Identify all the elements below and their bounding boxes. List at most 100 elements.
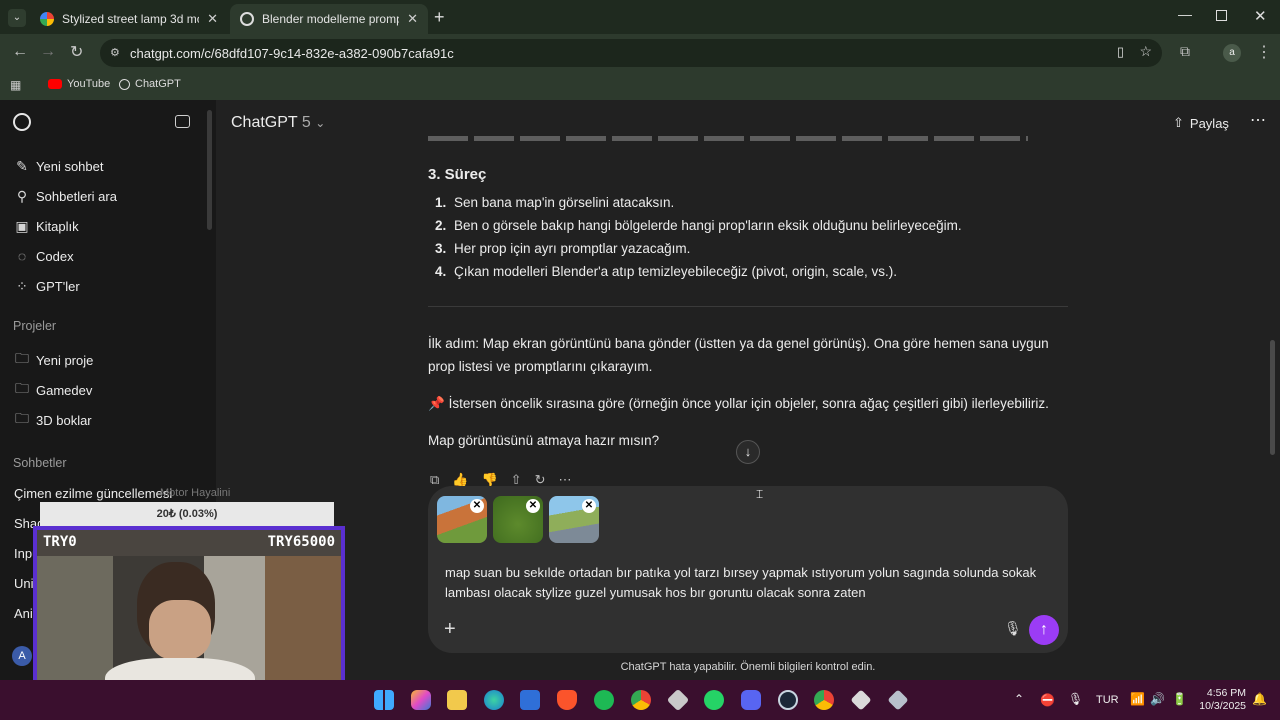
share-button[interactable]: ⇧ Paylaş bbox=[1173, 115, 1229, 131]
close-sidebar-icon[interactable] bbox=[175, 115, 190, 128]
main-scrollbar[interactable] bbox=[1270, 340, 1275, 455]
scroll-down-button[interactable]: ↓ bbox=[736, 440, 760, 464]
attachment-thumbnail[interactable]: ✕ bbox=[493, 496, 543, 543]
steam-icon[interactable] bbox=[778, 690, 798, 710]
sidebar-item-new-chat[interactable]: ✎ Yeni sohbet bbox=[14, 158, 103, 175]
sidebar-item-search[interactable]: ⚲ Sohbetleri ara bbox=[14, 188, 117, 205]
store-icon[interactable] bbox=[520, 690, 540, 710]
close-tab-icon[interactable]: ✕ bbox=[207, 11, 218, 27]
chrome-icon[interactable] bbox=[814, 690, 834, 710]
tab-blender[interactable]: Blender modelleme promptları ✕ bbox=[230, 4, 428, 34]
back-icon[interactable]: ← bbox=[12, 43, 28, 61]
minimize-button[interactable]: — bbox=[1178, 6, 1192, 22]
forward-icon[interactable]: → bbox=[40, 43, 56, 61]
apps-grid-icon[interactable]: ▦ bbox=[10, 78, 21, 92]
copy-icon[interactable]: ⧉ bbox=[430, 472, 452, 487]
copilot-icon[interactable] bbox=[411, 690, 431, 710]
sidebar-item-library[interactable]: ▣ Kitaplık bbox=[14, 218, 78, 235]
sidebar-item-gamedev[interactable]: 🗀 Gamedev bbox=[14, 378, 92, 402]
file-explorer-icon[interactable] bbox=[447, 690, 467, 710]
chrome-icon[interactable] bbox=[631, 690, 651, 710]
regenerate-icon[interactable]: ↻ bbox=[535, 472, 559, 487]
unity-hub-icon[interactable] bbox=[850, 689, 872, 711]
site-info-icon[interactable]: ⚙ bbox=[110, 46, 120, 59]
model-selector[interactable]: ChatGPT 5 ⌄ bbox=[231, 114, 325, 132]
tab-title: Blender modelleme promptları bbox=[262, 12, 399, 26]
step-text: Sen bana map'in görselini atacaksın. bbox=[454, 195, 675, 210]
openai-logo-icon[interactable] bbox=[13, 113, 31, 131]
close-tab-icon[interactable]: ✕ bbox=[407, 11, 418, 27]
profile-avatar[interactable]: a bbox=[1223, 44, 1241, 62]
wifi-icon[interactable]: 📶 bbox=[1130, 692, 1145, 706]
sidebar-item-new-project[interactable]: 🗀 Yeni proje bbox=[14, 348, 93, 372]
conversation-options-icon[interactable]: ⋯ bbox=[1250, 110, 1266, 130]
thumbs-down-icon[interactable]: 👎 bbox=[481, 472, 510, 487]
user-avatar[interactable]: A bbox=[12, 646, 32, 666]
language-indicator[interactable]: TUR bbox=[1096, 694, 1119, 706]
disclaimer: ChatGPT hata yapabilir. Önemli bilgileri… bbox=[620, 661, 876, 673]
whatsapp-icon[interactable] bbox=[704, 690, 724, 710]
add-attachment-icon[interactable]: + bbox=[444, 618, 456, 641]
share-icon[interactable]: ⇧ bbox=[511, 472, 535, 487]
tab-street-lamp[interactable]: Stylized street lamp 3d models ✕ bbox=[30, 4, 228, 34]
thumbs-up-icon[interactable]: 👍 bbox=[452, 472, 481, 487]
browser-tab-bar: ⌄ Stylized street lamp 3d models ✕ Blend… bbox=[0, 0, 1280, 34]
tray-app-icon[interactable]: ⛔ bbox=[1040, 693, 1055, 707]
step-number: 2. bbox=[435, 218, 447, 233]
battery-icon[interactable]: 🔋 bbox=[1172, 692, 1187, 706]
restore-button[interactable] bbox=[1216, 10, 1227, 21]
bookmark-youtube[interactable]: YouTube bbox=[48, 78, 110, 90]
close-window-button[interactable]: ✕ bbox=[1254, 7, 1267, 25]
donation-text: 20₺ (0.03%) bbox=[156, 508, 218, 520]
windows-start-icon[interactable] bbox=[374, 690, 394, 710]
step-item: 4. Çıkan modelleri Blender'a atıp temizle… bbox=[435, 264, 897, 279]
unity-icon[interactable] bbox=[666, 688, 690, 712]
model-name: ChatGPT bbox=[231, 114, 298, 131]
clock[interactable]: 4:56 PM 10/3/2025 bbox=[1196, 687, 1246, 713]
webcam-label-left: TRY0 bbox=[43, 534, 77, 550]
star-icon[interactable]: ☆ bbox=[1139, 43, 1152, 60]
prompt-input[interactable]: map suan bu sekılde ortadan bır patıka y… bbox=[445, 563, 1055, 603]
new-tab-button[interactable]: + bbox=[434, 7, 445, 28]
page-icon[interactable]: ▯ bbox=[1117, 44, 1124, 60]
sidebar-item-label: Yeni proje bbox=[36, 352, 94, 368]
tray-mic-icon[interactable]: 🎙 bbox=[1068, 692, 1083, 706]
unity-editor-icon[interactable] bbox=[887, 689, 909, 711]
spotify-icon[interactable] bbox=[594, 690, 614, 710]
assistant-paragraph: İlk adım: Map ekran görüntünü bana gönde… bbox=[428, 336, 1049, 374]
notification-icon[interactable]: 🔔 bbox=[1252, 692, 1267, 706]
microphone-icon[interactable]: 🎙 bbox=[1004, 620, 1022, 637]
grid-icon: ⁘ bbox=[16, 278, 28, 294]
extensions-icon[interactable]: ⧉ bbox=[1180, 43, 1190, 60]
edge-icon[interactable] bbox=[484, 690, 504, 710]
sidebar-item-gpts[interactable]: ⁘ GPT'ler bbox=[14, 278, 80, 295]
remove-attachment-icon[interactable]: ✕ bbox=[526, 499, 540, 513]
volume-icon[interactable]: 🔊 bbox=[1150, 692, 1165, 706]
attachment-thumbnail[interactable]: ✕ bbox=[549, 496, 599, 543]
sidebar-item-label: Sohbetleri ara bbox=[36, 189, 117, 204]
sidebar-item-3d[interactable]: 🗀 3D boklar bbox=[14, 408, 92, 432]
send-button[interactable]: ↑ bbox=[1029, 615, 1059, 645]
chat-item[interactable]: Çimen ezilme güncellemesi bbox=[14, 486, 172, 501]
brave-icon[interactable] bbox=[557, 690, 577, 710]
remove-attachment-icon[interactable]: ✕ bbox=[582, 499, 596, 513]
url-field[interactable]: ⚙ chatgpt.com/c/68dfd107-9c14-832e-a382-… bbox=[100, 39, 1162, 67]
address-toolbar: ← → ↻ ⚙ chatgpt.com/c/68dfd107-9c14-832e… bbox=[0, 34, 1280, 72]
chat-item[interactable]: Ani bbox=[14, 606, 33, 621]
reload-icon[interactable]: ↻ bbox=[70, 42, 83, 62]
sidebar-scrollbar[interactable] bbox=[207, 110, 212, 230]
tab-list-button[interactable]: ⌄ bbox=[8, 9, 26, 27]
discord-icon[interactable] bbox=[741, 690, 761, 710]
attachment-thumbnail[interactable]: ✕ bbox=[437, 496, 487, 543]
bookmark-chatgpt[interactable]: ChatGPT bbox=[119, 78, 181, 90]
youtube-icon bbox=[48, 79, 62, 89]
sidebar-item-codex[interactable]: ◌ Codex bbox=[14, 248, 74, 264]
tray-chevron-icon[interactable]: ⌃ bbox=[1014, 692, 1024, 706]
remove-attachment-icon[interactable]: ✕ bbox=[470, 499, 484, 513]
google-icon bbox=[40, 12, 54, 26]
step-item: 2. Ben o görsele bakıp hangi bölgelerde h… bbox=[435, 218, 962, 233]
clock-time: 4:56 PM bbox=[1206, 687, 1246, 699]
menu-kebab-icon[interactable]: ⋮ bbox=[1256, 42, 1272, 62]
more-icon[interactable]: ⋯ bbox=[558, 472, 584, 487]
overlay-ghost-text: Motor Hayalini bbox=[160, 487, 231, 499]
